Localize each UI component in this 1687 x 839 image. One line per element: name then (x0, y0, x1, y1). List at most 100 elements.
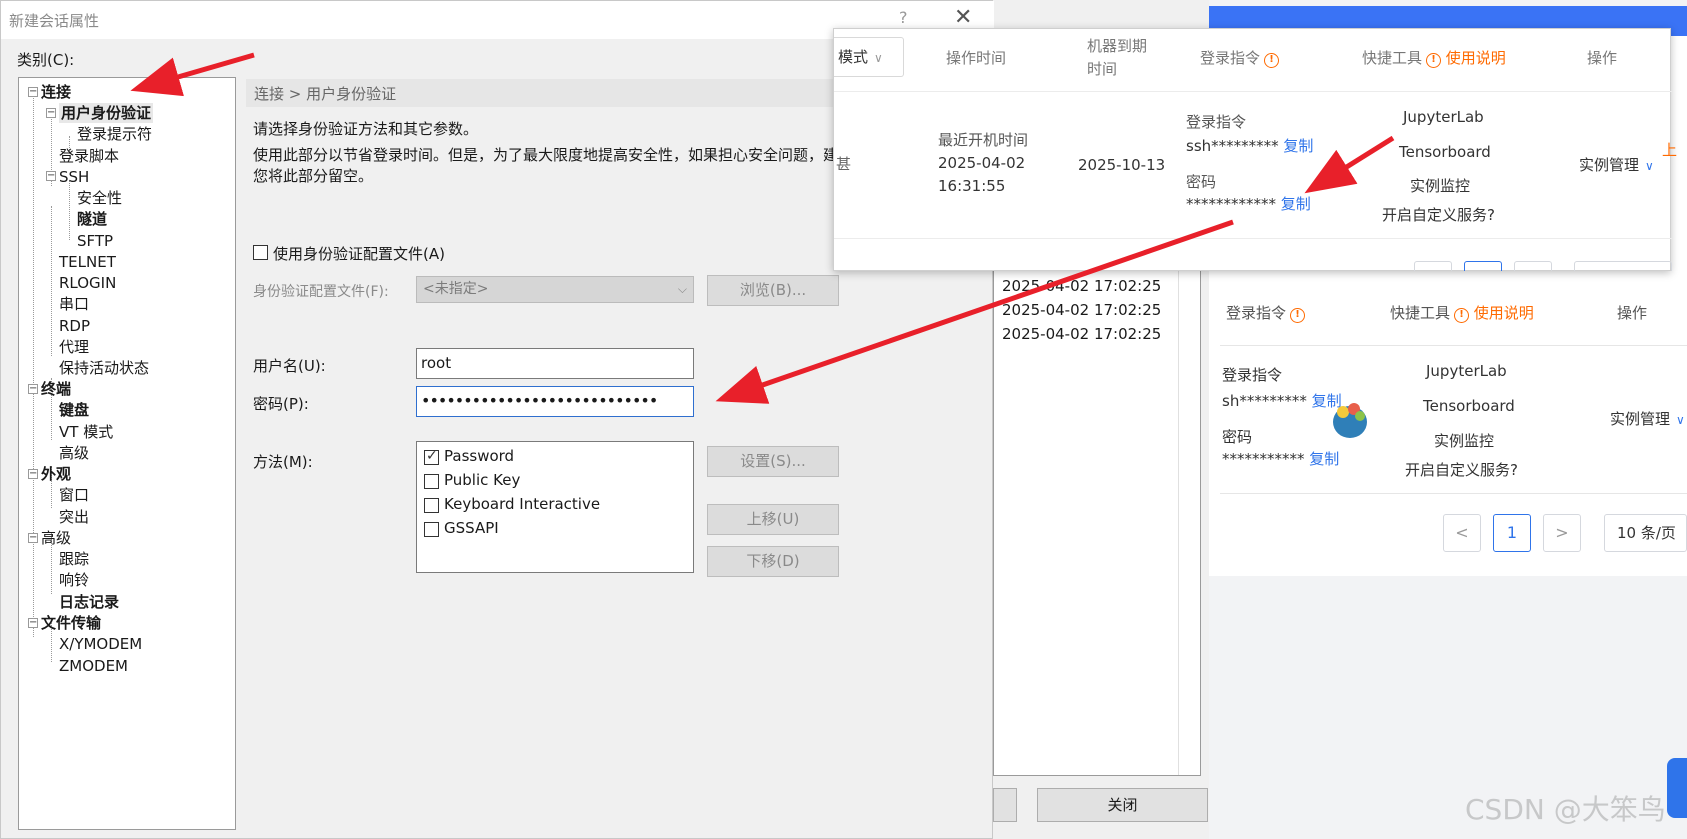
tree-item-user-auth[interactable]: 用户身份验证 (59, 103, 154, 123)
tree-item-xymodem[interactable]: X/YMODEM (59, 634, 142, 654)
mascot-icon (1333, 403, 1367, 438)
collapse-icon[interactable]: − (46, 108, 56, 118)
password-input[interactable]: •••••••••••••••••••••••••••• (416, 386, 694, 417)
auth-method-list[interactable]: Password Public Key Keyboard Interactive… (416, 441, 694, 573)
use-profile-checkbox[interactable] (253, 245, 268, 260)
tree-item-terminal-advanced[interactable]: 高级 (59, 443, 89, 463)
method-keyboard-checkbox[interactable] (424, 498, 439, 513)
use-profile-label: 使用身份验证配置文件(A) (273, 245, 445, 263)
tool-jupyter[interactable]: JupyterLab (1403, 106, 1484, 128)
chevron-down-icon: ∨ (874, 51, 883, 65)
manage-link[interactable]: 实例管理 ∨ (1579, 154, 1654, 177)
category-label: 类别(C): (17, 51, 75, 69)
tree-item-keepalive[interactable]: 保持活动状态 (59, 358, 149, 378)
collapse-icon[interactable]: − (28, 618, 38, 628)
collapse-icon[interactable]: − (28, 87, 38, 97)
description-paragraph: 使用此部分以节省登录时间。但是，为了最大限度地提高安全性，如果担心安全问题，建议… (253, 146, 854, 185)
method-publickey-label[interactable]: Public Key (444, 471, 520, 489)
tree-item-bell[interactable]: 响铃 (59, 570, 89, 590)
tool-tensorboard[interactable]: Tensorboard (1399, 141, 1491, 163)
page-button-partial (1414, 261, 1452, 271)
tool-custom[interactable]: 开启自定义服务? (1382, 204, 1495, 226)
tree-item-terminal[interactable]: 终端 (41, 379, 71, 399)
close-button[interactable]: 关闭 (1037, 788, 1208, 822)
bg-tool-monitor[interactable]: 实例监控 (1434, 430, 1494, 452)
instance-popup-card: 模式 ∨ 操作时间 机器到期 时间 登录指令! 快捷工具! 使用说明 操作 甚 最… (833, 28, 1677, 271)
category-tree[interactable]: − 连接 − 用户身份验证 登录提示符 登录脚本 − SSH 安全性 隧道 SF… (18, 77, 236, 830)
partial-button[interactable] (993, 788, 1017, 822)
usage-link[interactable]: 使用说明 (1446, 49, 1506, 67)
tree-item-file-transfer[interactable]: 文件传输 (41, 613, 101, 633)
tree-item-appearance[interactable]: 外观 (41, 464, 71, 484)
profile-file-select[interactable]: <未指定> ⌵ (416, 276, 694, 303)
bg-usage-link[interactable]: 使用说明 (1474, 304, 1534, 322)
bg-tool-custom[interactable]: 开启自定义服务? (1405, 459, 1518, 481)
edge-partial-text: 上 (1662, 141, 1678, 159)
settings-button[interactable]: 设置(S)... (707, 446, 839, 477)
method-gssapi-checkbox[interactable] (424, 522, 439, 537)
method-keyboard-label[interactable]: Keyboard Interactive (444, 495, 600, 513)
floating-help-tab[interactable] (1667, 758, 1687, 818)
page-size-select[interactable]: 10 条/页 (1604, 514, 1687, 552)
tree-item-window[interactable]: 窗口 (59, 485, 89, 505)
copy-login-button[interactable]: 复制 (1283, 137, 1313, 155)
tree-item-connection[interactable]: 连接 (41, 82, 71, 102)
browse-button[interactable]: 浏览(B)... (707, 275, 839, 306)
tree-item-serial[interactable]: 串口 (59, 294, 89, 314)
page-current-button[interactable]: 1 (1493, 514, 1531, 552)
tree-item-highlight[interactable]: 突出 (59, 507, 89, 527)
close-icon[interactable]: ✕ (954, 5, 972, 30)
collapse-icon[interactable]: − (28, 384, 38, 394)
tree-item-proxy[interactable]: 代理 (59, 337, 89, 357)
collapse-icon[interactable]: − (46, 171, 56, 181)
help-icon[interactable]: ? (899, 8, 908, 27)
tree-item-trace[interactable]: 跟踪 (59, 549, 89, 569)
page-button-partial (1514, 261, 1552, 271)
username-input[interactable]: root (416, 348, 694, 379)
tree-item-zmodem[interactable]: ZMODEM (59, 656, 128, 676)
bg-password-value: *********** 复制 (1222, 450, 1340, 468)
login-cmd-label: 登录指令 (1186, 113, 1247, 131)
tool-monitor[interactable]: 实例监控 (1410, 175, 1470, 197)
page-prev-button[interactable]: < (1443, 514, 1481, 552)
password-value: ************ 复制 (1186, 195, 1311, 213)
tree-item-advanced[interactable]: 高级 (41, 528, 71, 548)
col-op-time: 操作时间 (946, 49, 1007, 67)
page-next-button[interactable]: > (1543, 514, 1581, 552)
divider (1220, 345, 1687, 346)
tree-item-tunnel[interactable]: 隧道 (77, 209, 107, 229)
mode-select[interactable]: 模式 ∨ (834, 37, 904, 77)
tree-item-vt-mode[interactable]: VT 模式 (59, 422, 113, 442)
tree-item-rlogin[interactable]: RLOGIN (59, 273, 116, 293)
collapse-icon[interactable]: − (28, 533, 38, 543)
method-password-label[interactable]: Password (444, 447, 514, 465)
tree-item-login-prompt[interactable]: 登录提示符 (77, 124, 152, 144)
method-gssapi-label[interactable]: GSSAPI (444, 519, 499, 537)
method-password-checkbox[interactable] (424, 448, 439, 465)
method-publickey-checkbox[interactable] (424, 474, 439, 489)
col-expire-line1: 机器到期 (1087, 37, 1148, 55)
col-tools: 快捷工具! 使用说明 (1362, 49, 1506, 68)
col-login-cmd: 登录指令! (1200, 47, 1280, 69)
password-label: 密码 (1186, 173, 1217, 191)
tree-item-keyboard[interactable]: 键盘 (59, 400, 89, 420)
copy-password-button[interactable]: 复制 (1281, 195, 1311, 213)
tree-item-security[interactable]: 安全性 (77, 188, 122, 208)
bg-tool-jupyter[interactable]: JupyterLab (1426, 360, 1507, 382)
warning-icon: ! (1426, 53, 1442, 68)
bg-col-actions: 操作 (1617, 304, 1648, 322)
tree-item-login-script[interactable]: 登录脚本 (59, 146, 119, 166)
tree-item-telnet[interactable]: TELNET (59, 252, 116, 272)
column-divider (1178, 255, 1179, 775)
move-up-button[interactable]: 上移(U) (707, 504, 839, 535)
tree-item-ssh[interactable]: SSH (59, 167, 89, 187)
page-size-partial (1574, 261, 1672, 271)
tree-item-sftp[interactable]: SFTP (77, 231, 113, 251)
bg-copy-password-button[interactable]: 复制 (1309, 450, 1339, 468)
tree-item-rdp[interactable]: RDP (59, 316, 90, 336)
move-down-button[interactable]: 下移(D) (707, 546, 839, 577)
tree-item-logging[interactable]: 日志记录 (59, 592, 119, 612)
bg-manage-link[interactable]: 实例管理 ∨ (1610, 408, 1685, 431)
collapse-icon[interactable]: − (28, 469, 38, 479)
bg-tool-tensorboard[interactable]: Tensorboard (1423, 395, 1515, 417)
